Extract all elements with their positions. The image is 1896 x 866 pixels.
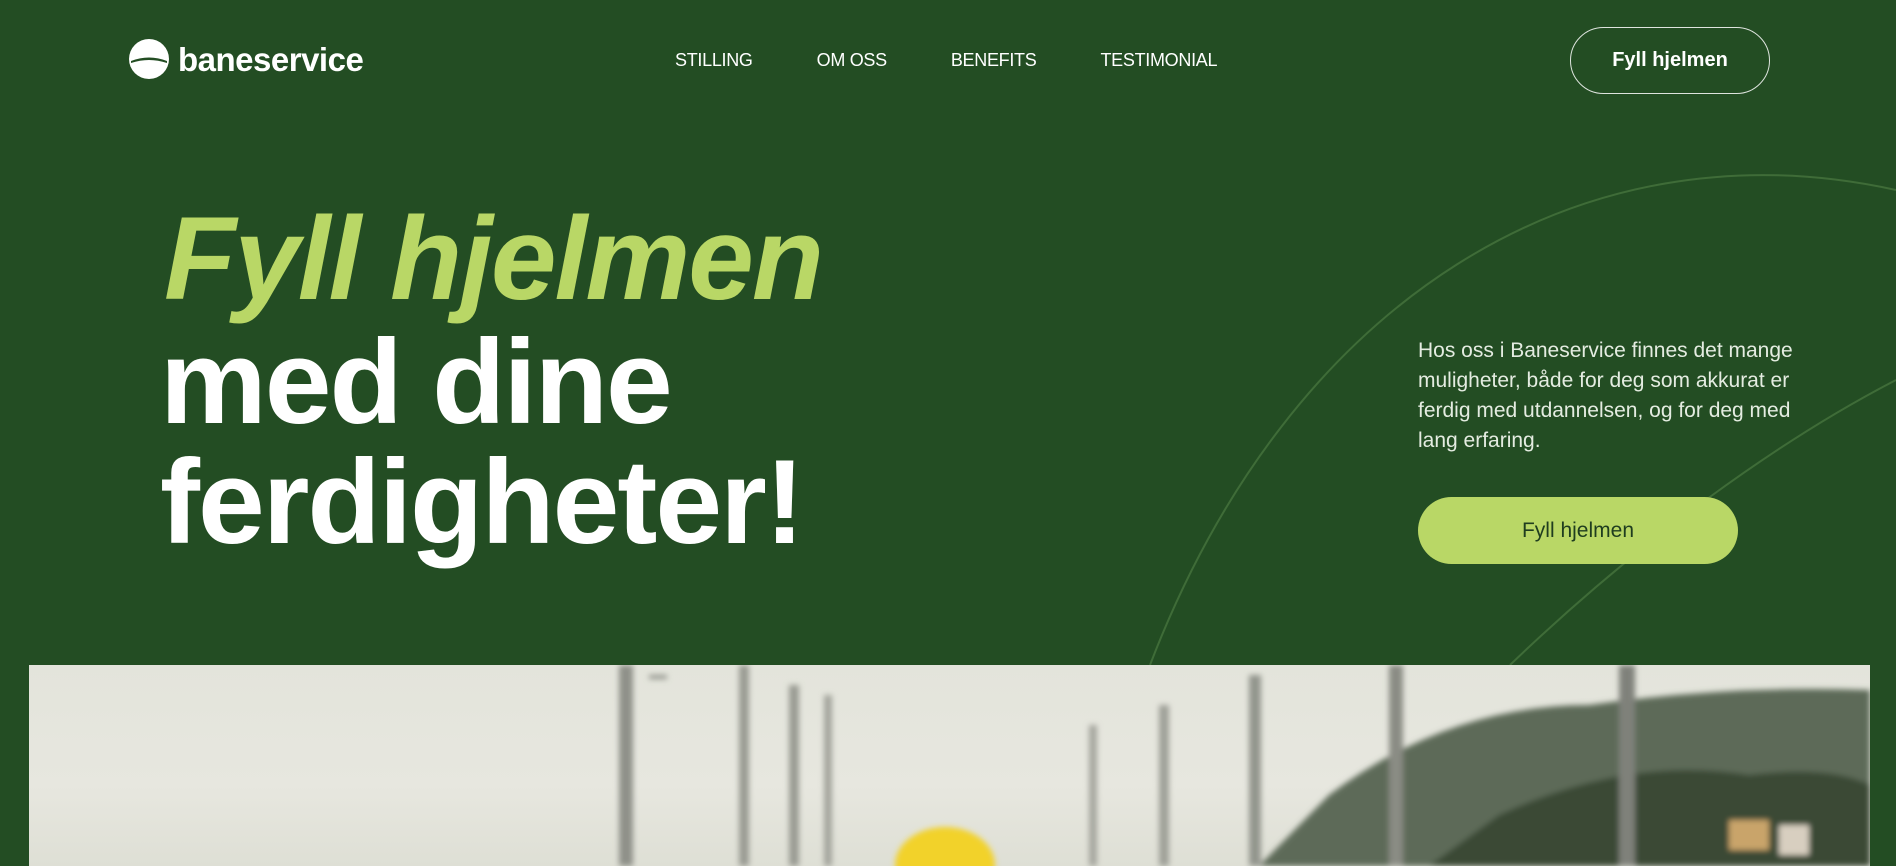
brand-name: baneservice — [178, 40, 364, 78]
nav-item-testimonial[interactable]: TESTIMONIAL — [1100, 50, 1217, 71]
baneservice-logo-icon — [129, 39, 169, 79]
hero-title-line-2: med dine — [160, 315, 673, 449]
brand-logo[interactable]: baneservice — [128, 38, 364, 80]
header-fyll-hjelmen-button[interactable]: Fyll hjelmen — [1570, 27, 1770, 94]
hero-photo-railway-worker — [29, 665, 1870, 866]
hero-title-accent-line: Fyll hjelmen — [164, 193, 824, 325]
hero-title: Fyll hjelmen med dine ferdigheter! — [160, 193, 824, 569]
hero-fyll-hjelmen-button[interactable]: Fyll hjelmen — [1418, 497, 1738, 564]
hero-intro-text: Hos oss i Baneservice finnes det mange m… — [1418, 339, 1793, 452]
nav-item-stilling[interactable]: STILLING — [675, 50, 753, 71]
main-nav: STILLING OM OSS BENEFITS TESTIMONIAL — [675, 50, 1217, 71]
hero-title-line-3: ferdigheter! — [160, 435, 805, 569]
nav-item-benefits[interactable]: BENEFITS — [951, 50, 1037, 71]
top-navigation-bar: baneservice STILLING OM OSS BENEFITS TES… — [0, 0, 1896, 120]
railway-scene-image — [619, 665, 1870, 866]
nav-item-om-oss[interactable]: OM OSS — [817, 50, 888, 71]
